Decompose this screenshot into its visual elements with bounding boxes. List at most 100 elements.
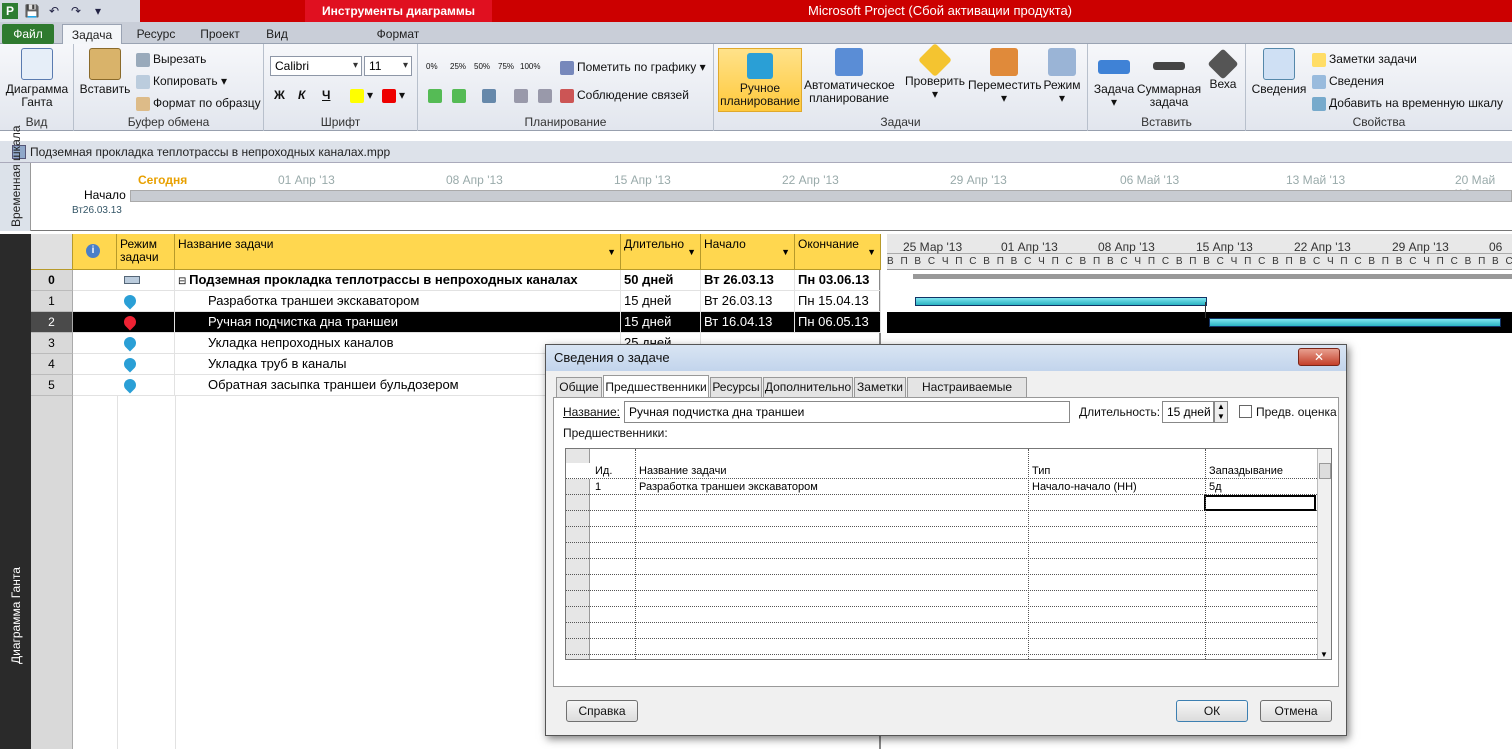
cancel-button[interactable]: Отмена [1260,700,1332,722]
help-button[interactable]: Справка [566,700,638,722]
tab-predecessors[interactable]: Предшественники [603,375,709,397]
duration-spinner[interactable]: ▲ ▼ [1214,401,1228,423]
header-task-mode[interactable]: Режим задачи [117,234,175,270]
scrollbar-thumb[interactable] [1319,463,1331,479]
tab-file[interactable]: Файл [2,24,54,44]
estimate-checkbox[interactable] [1239,405,1252,418]
ok-button[interactable]: ОК [1176,700,1248,722]
italic-button[interactable]: К [298,86,305,104]
respect-links-button[interactable]: Соблюдение связей [560,86,689,104]
manual-schedule-button[interactable]: Ручное планирование [718,48,802,112]
insert-summary-button[interactable]: Суммарная задача [1136,48,1202,109]
insert-milestone-button[interactable]: Веха [1204,48,1242,91]
tab-resource[interactable]: Ресурс [128,24,184,44]
active-cell[interactable] [1204,495,1316,511]
mode-button[interactable]: Режим ▾ [1040,48,1084,105]
table-row[interactable] [566,559,1331,575]
table-row[interactable] [566,591,1331,607]
timeline-side-label: Временная шкала [9,125,23,227]
link-button[interactable] [514,86,531,104]
table-row[interactable] [566,639,1331,655]
tab-format[interactable]: Формат [360,24,436,44]
highlight-color-button[interactable]: ▾ [350,86,373,104]
pred-lag[interactable]: 5д [1206,479,1316,495]
dialog-title-bar[interactable]: Сведения о задаче [546,345,1346,371]
font-color-button[interactable]: ▾ [382,86,405,104]
cut-button[interactable]: Вырезать [136,50,206,68]
add-to-timeline-button[interactable]: Добавить на временную шкалу [1312,94,1503,112]
font-family-select[interactable]: Calibri [270,56,362,76]
task-bar[interactable] [1209,318,1501,327]
percent-25-button[interactable]: 25% [450,58,466,76]
summary-bar[interactable] [913,274,1512,279]
percent-0-button[interactable]: 0% [426,58,438,76]
table-row[interactable] [566,495,1331,511]
timeline-side-tab[interactable]: Временная шкала [0,125,31,231]
tab-custom-fields[interactable]: Настраиваемые поля [907,377,1027,413]
details-button[interactable]: Сведения [1312,72,1384,90]
dialog-body: Название: Ручная подчистка дна траншеи Д… [553,397,1339,687]
percent-75-button[interactable]: 75% [498,58,514,76]
redo-icon[interactable]: ↷ [68,3,84,19]
format-painter-button[interactable]: Формат по образцу [136,94,261,112]
gantt-chart-button[interactable]: Диаграмма Ганта [2,48,72,109]
bold-button[interactable]: Ж [274,86,285,104]
header-task-name[interactable]: Название задачи ▼ [175,234,621,270]
split-button[interactable] [482,86,499,104]
table-row[interactable] [566,527,1331,543]
table-row[interactable]: 1 Разработка траншеи экскаватором 15 дне… [31,291,881,312]
underline-button[interactable]: Ч [322,86,330,104]
unlink-button[interactable] [538,86,555,104]
table-row[interactable] [566,607,1331,623]
tab-view[interactable]: Вид [256,24,298,44]
table-row[interactable] [566,511,1331,527]
table-row[interactable]: 1 Разработка траншеи экскаватором Начало… [566,479,1331,495]
header-finish[interactable]: Окончание ▼ [795,234,881,270]
tab-resources[interactable]: Ресурсы [710,377,762,397]
save-icon[interactable]: 💾 [24,3,40,19]
insert-task-button[interactable]: Задача ▾ [1092,48,1136,109]
percent-50-button[interactable]: 50% [474,58,490,76]
auto-schedule-button[interactable]: Автоматическое планирование [804,48,895,105]
grid-scrollbar[interactable]: ▼ [1317,449,1331,659]
task-notes-button[interactable]: Заметки задачи [1312,50,1417,68]
select-all-corner[interactable] [31,234,73,270]
tab-notes[interactable]: Заметки [854,377,906,397]
header-start[interactable]: Начало ▼ [701,234,795,270]
undo-icon[interactable]: ↶ [46,3,62,19]
move-button[interactable]: Переместить ▾ [968,48,1042,105]
task-info-button[interactable]: Сведения [1250,48,1308,96]
copy-button[interactable]: Копировать ▾ [136,72,227,90]
timeline-bar[interactable] [130,190,1512,202]
table-row[interactable] [566,543,1331,559]
mark-on-track-button[interactable]: Пометить по графику ▾ [560,58,706,76]
pred-name[interactable]: Разработка траншеи экскаватором [636,479,1028,495]
close-button[interactable]: ✕ [1298,348,1340,366]
customize-icon[interactable]: ▾ [90,3,106,19]
table-row[interactable] [566,623,1331,639]
duration-input[interactable]: 15 дней [1162,401,1214,423]
percent-100-label: 100% [520,62,541,71]
table-row[interactable]: 0 ⊟ Подземная прокладка теплотрассы в не… [31,270,881,291]
outdent-button[interactable] [428,86,445,104]
table-row[interactable] [566,575,1331,591]
indent-button[interactable] [452,86,469,104]
chart-date: 15 Апр '13 [1196,240,1253,254]
paste-button[interactable]: Вставить [78,48,132,96]
tab-task[interactable]: Задача [62,24,122,44]
header-duration[interactable]: Длительно ▼ [621,234,701,270]
pred-id[interactable]: 1 [592,479,636,495]
task-name-input[interactable]: Ручная подчистка дна траншеи [624,401,1070,423]
tab-advanced[interactable]: Дополнительно [763,377,853,397]
inspect-button[interactable]: Проверить ▾ [904,43,966,101]
font-size-select[interactable]: 11 [364,56,412,76]
header-info[interactable]: i [73,234,117,270]
tab-general[interactable]: Общие [556,377,602,397]
scroll-down-icon[interactable]: ▼ [1320,650,1328,659]
table-row[interactable]: 2 Ручная подчистка дна траншеи 15 дней В… [31,312,881,333]
predecessors-grid[interactable]: Ид. Название задачи Тип Запаздывание 1 Р… [565,448,1332,660]
tab-project[interactable]: Проект [192,24,248,44]
percent-100-button[interactable]: 100% [520,58,540,76]
pred-type[interactable]: Начало-начало (НН) [1029,479,1205,495]
task-bar[interactable] [915,297,1207,306]
